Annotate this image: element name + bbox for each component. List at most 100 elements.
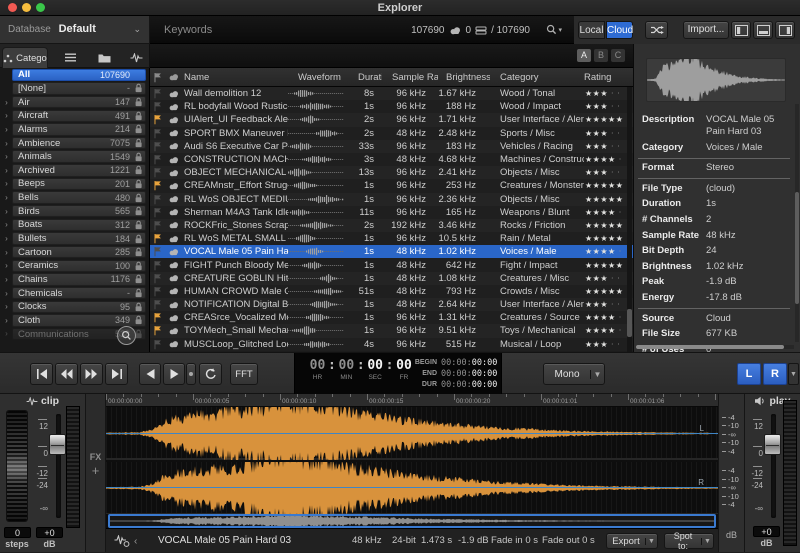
channel-options-button[interactable]: ▼ bbox=[788, 363, 799, 385]
table-row[interactable]: SPORT BMX Maneuver Ramp L 2s 48 kHz 2.48 kH… bbox=[150, 126, 633, 140]
row-rating[interactable]: ★★★★★ bbox=[584, 195, 627, 204]
row-flag[interactable] bbox=[150, 207, 164, 218]
row-rating[interactable]: ★★★★ · bbox=[584, 313, 627, 322]
row-rating[interactable]: ★★★ · · bbox=[584, 102, 627, 111]
table-row[interactable]: CREASrce_Vocalized Monsters 1s 96 kHz 1.31 … bbox=[150, 311, 633, 325]
play-backward-button[interactable] bbox=[139, 363, 161, 385]
row-rating[interactable]: ★★★★★ bbox=[584, 234, 627, 243]
row-flag[interactable] bbox=[150, 128, 164, 139]
chevron-right-icon[interactable]: › bbox=[1, 111, 12, 120]
table-row[interactable]: NOTIFICATION Digital Bleep Shr 1s 48 kHz 2.… bbox=[150, 298, 633, 312]
sidebar-item-aircraft[interactable]: › Aircraft 491 bbox=[0, 109, 149, 123]
clip-fader-handle[interactable] bbox=[49, 434, 66, 455]
fx-strip[interactable]: FX + bbox=[86, 394, 106, 552]
chevron-right-icon[interactable]: › bbox=[1, 220, 12, 229]
chevron-right-icon[interactable]: › bbox=[1, 248, 12, 257]
table-row[interactable]: ROCKFric_Stones Scrape Jolt 0 2s 192 kHz 3.… bbox=[150, 218, 633, 233]
chevron-right-icon[interactable]: › bbox=[1, 275, 12, 284]
header-brightness[interactable]: Brightness bbox=[438, 72, 490, 83]
table-row[interactable]: Sherman M4A3 Tank Idle and R 11s 96 kHz 165… bbox=[150, 205, 633, 219]
row-flag[interactable] bbox=[150, 325, 164, 336]
play-fader-handle[interactable] bbox=[764, 434, 781, 455]
chevron-right-icon[interactable]: › bbox=[1, 316, 12, 325]
status-fade-out[interactable]: Fade out 0 s bbox=[542, 529, 595, 553]
table-row[interactable]: RL WoS METAL SMALL CHAIN 1s 96 kHz 10.5 kHz… bbox=[150, 232, 633, 246]
table-row[interactable]: RL WoS OBJECT MEDIUM STO 1s 96 kHz 2.36 kHz… bbox=[150, 192, 633, 206]
row-rating[interactable]: ★★★★★ bbox=[584, 115, 627, 124]
go-to-start-button[interactable] bbox=[30, 363, 53, 385]
row-flag[interactable] bbox=[150, 246, 164, 257]
table-row[interactable]: UIAlert_UI Feedback Alert_SND 2s 96 kHz 1.7… bbox=[150, 113, 633, 127]
row-rating[interactable]: ★★★ · · bbox=[584, 300, 627, 309]
row-flag[interactable] bbox=[150, 299, 164, 310]
row-rating[interactable]: ★★★★ · bbox=[584, 247, 627, 256]
cloud-toggle-button[interactable]: Cloud bbox=[606, 21, 633, 39]
chevron-right-icon[interactable]: › bbox=[1, 125, 12, 134]
sidebar-item-chemicals[interactable]: › Chemicals - bbox=[0, 286, 149, 300]
minimize-window-button[interactable] bbox=[22, 3, 31, 12]
metadata-horizontal-scrollbar[interactable] bbox=[636, 345, 794, 349]
sidebar-item-ceramics[interactable]: › Ceramics 100 bbox=[0, 259, 149, 273]
right-pane-toggle-button[interactable] bbox=[775, 21, 795, 39]
header-name[interactable]: Name bbox=[184, 72, 288, 83]
left-channel-button[interactable]: L bbox=[737, 363, 761, 385]
row-flag[interactable] bbox=[150, 286, 164, 297]
row-flag[interactable] bbox=[150, 233, 164, 244]
status-fade-in[interactable]: Fade in 0 s bbox=[491, 529, 538, 553]
chevron-right-icon[interactable]: › bbox=[1, 193, 12, 202]
chevron-right-icon[interactable]: › bbox=[1, 234, 12, 243]
row-flag[interactable] bbox=[150, 114, 164, 125]
sidebar-item-alarms[interactable]: › Alarms 214 bbox=[0, 123, 149, 137]
right-channel-button[interactable]: R bbox=[763, 363, 787, 385]
row-rating[interactable]: ★★★ · · bbox=[584, 129, 627, 138]
search-options-button[interactable]: ▾ bbox=[546, 24, 562, 35]
chevron-right-icon[interactable]: › bbox=[1, 329, 12, 338]
sidebar-item-birds[interactable]: › Birds 565 bbox=[0, 204, 149, 218]
row-rating[interactable]: ★★★★★ bbox=[584, 181, 627, 190]
sidebar-item-archived[interactable]: › Archived 1221 bbox=[0, 163, 149, 177]
row-rating[interactable]: ★★★★★ bbox=[584, 287, 627, 296]
table-row[interactable]: CONSTRUCTION MACHINE Drill 3s 48 kHz 4.68 k… bbox=[150, 152, 633, 167]
timeline-ruler[interactable]: 00:00:00:00 00:00:00:05 00:00:00:10 00:00:0… bbox=[106, 394, 718, 407]
chevron-right-icon[interactable]: › bbox=[1, 179, 12, 188]
keywords-search-bar[interactable]: Keywords 107690 0 / 107690 ▾ bbox=[150, 16, 574, 44]
chevron-right-icon[interactable]: › bbox=[1, 302, 12, 311]
sidebar-item-ambience[interactable]: › Ambience 7075 bbox=[0, 136, 149, 150]
chevron-right-icon[interactable]: › bbox=[1, 207, 12, 216]
chevron-right-icon[interactable]: › bbox=[1, 261, 12, 270]
chevron-right-icon[interactable]: › bbox=[1, 152, 12, 161]
row-rating[interactable]: ★★★★ · bbox=[584, 155, 627, 164]
tab-waveform[interactable] bbox=[122, 47, 150, 68]
zoom-window-button[interactable] bbox=[36, 3, 45, 12]
row-flag[interactable] bbox=[150, 167, 164, 178]
scrollbar-thumb[interactable] bbox=[627, 309, 632, 337]
row-flag[interactable] bbox=[150, 220, 164, 231]
table-row[interactable]: Audi S6 Executive Car Passing 33s 96 kHz 18… bbox=[150, 139, 633, 153]
loop-button[interactable] bbox=[199, 363, 222, 385]
tab-categories[interactable]: Catego bbox=[2, 47, 48, 68]
row-rating[interactable]: ★★★ · · bbox=[584, 274, 627, 283]
sidebar-item-animals[interactable]: › Animals 1549 bbox=[0, 150, 149, 164]
scrollbar-thumb[interactable] bbox=[795, 192, 799, 304]
chevron-right-icon[interactable]: › bbox=[1, 98, 12, 107]
right-channel-waveform[interactable]: R bbox=[106, 462, 718, 514]
header-rating[interactable]: Rating bbox=[584, 72, 627, 83]
header-sample-rate[interactable]: Sample Rate bbox=[382, 72, 438, 83]
left-channel-waveform[interactable]: L bbox=[106, 407, 718, 460]
go-to-end-button[interactable] bbox=[105, 363, 128, 385]
row-rating[interactable]: ★★★★ · bbox=[584, 208, 627, 217]
row-rating[interactable]: ★★★ · · bbox=[584, 168, 627, 177]
sidebar-item-clocks[interactable]: › Clocks 95 bbox=[0, 300, 149, 314]
row-flag[interactable] bbox=[150, 260, 164, 271]
chevron-right-icon[interactable]: › bbox=[1, 139, 12, 148]
table-row[interactable]: CREATURE GOBLIN Hit 03.wav 1s 48 kHz 1.08 k… bbox=[150, 271, 633, 285]
shuffle-button[interactable] bbox=[645, 21, 668, 39]
table-row[interactable]: HUMAN CROWD Male Crowd H 51s 48 kHz 793 Hz C… bbox=[150, 284, 633, 298]
sidebar-search-button[interactable] bbox=[117, 326, 136, 345]
row-flag[interactable] bbox=[150, 154, 164, 165]
waveform-options-button[interactable]: ‹ bbox=[114, 535, 137, 547]
scrollbar-thumb[interactable] bbox=[636, 345, 784, 349]
row-rating[interactable]: ★★★ · · bbox=[584, 340, 627, 349]
row-flag[interactable] bbox=[150, 101, 164, 112]
sidebar-item-air[interactable]: › Air 147 bbox=[0, 95, 149, 109]
